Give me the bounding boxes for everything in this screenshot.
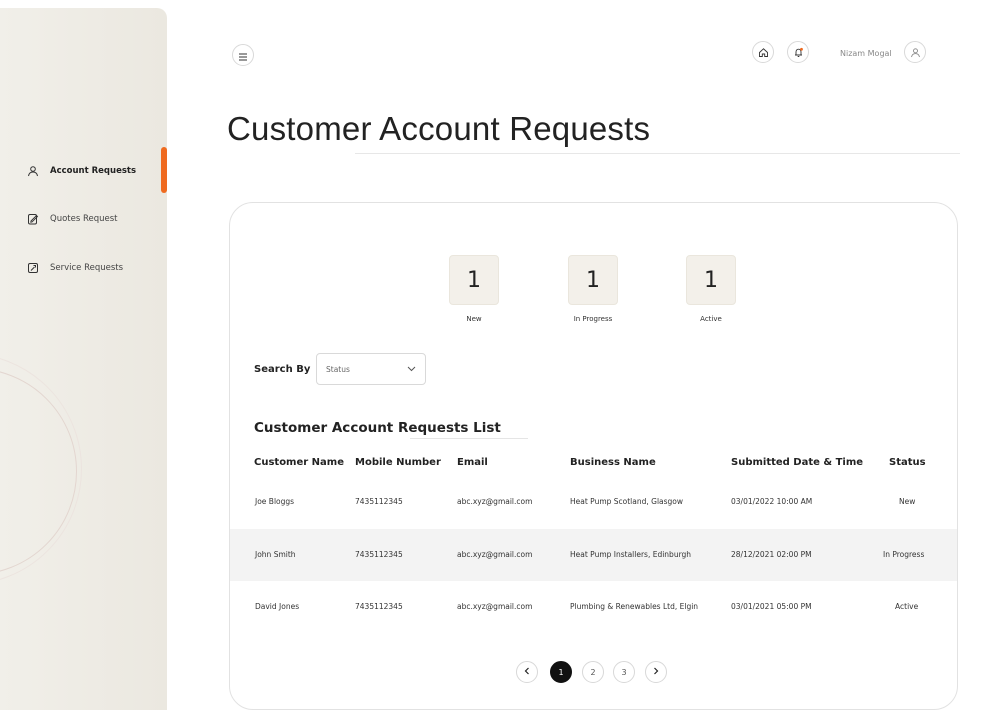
profile-button[interactable] xyxy=(904,41,926,63)
sidebar-item-label: Service Requests xyxy=(50,263,124,273)
user-name[interactable]: Nizam Mogal xyxy=(840,49,892,58)
home-button[interactable] xyxy=(752,41,774,63)
sidebar-item-label: Quotes Request xyxy=(50,214,118,224)
page-button-3[interactable]: 3 xyxy=(613,661,635,683)
column-header-submitted[interactable]: Submitted Date & Time xyxy=(731,457,863,468)
hamburger-icon xyxy=(238,46,248,65)
stat-active-count: 1 xyxy=(686,255,736,305)
cell-mobile: 7435112345 xyxy=(355,602,403,611)
cell-submitted: 03/01/2022 10:00 AM xyxy=(731,497,813,506)
cell-email: abc.xyz@gmail.com xyxy=(457,497,533,506)
menu-button[interactable] xyxy=(232,44,254,66)
cell-status: New xyxy=(899,497,916,506)
prev-page-button[interactable] xyxy=(516,661,538,683)
column-header-email[interactable]: Email xyxy=(457,457,488,468)
status-filter-select[interactable]: Status xyxy=(316,353,426,385)
cell-customer-name: John Smith xyxy=(255,550,296,559)
sidebar-item-account-requests[interactable]: Account Requests xyxy=(26,162,136,180)
cell-status: Active xyxy=(895,602,919,611)
list-title: Customer Account Requests List xyxy=(254,420,501,436)
service-icon xyxy=(26,261,40,275)
cell-submitted: 28/12/2021 02:00 PM xyxy=(731,550,812,559)
sidebar-item-service-requests[interactable]: Service Requests xyxy=(26,259,123,277)
search-by-label: Search By xyxy=(254,364,311,375)
cell-email: abc.xyz@gmail.com xyxy=(457,602,533,611)
cell-customer-name: David Jones xyxy=(255,602,300,611)
stat-new-label: New xyxy=(466,315,482,323)
sidebar-decoration xyxy=(0,368,77,575)
select-value: Status xyxy=(326,364,350,374)
page-title: Customer Account Requests xyxy=(227,110,651,147)
document-edit-icon xyxy=(26,212,40,226)
user-icon xyxy=(910,43,921,62)
divider xyxy=(410,438,528,439)
cell-email: abc.xyz@gmail.com xyxy=(457,550,533,559)
cell-status: In Progress xyxy=(883,550,925,559)
page-button-1[interactable]: 1 xyxy=(550,661,572,683)
stat-active-label: Active xyxy=(700,315,722,323)
column-header-status[interactable]: Status xyxy=(889,457,926,468)
cell-mobile: 7435112345 xyxy=(355,497,403,506)
active-nav-indicator xyxy=(161,147,167,193)
column-header-business-name[interactable]: Business Name xyxy=(570,457,656,468)
next-page-button[interactable] xyxy=(645,661,667,683)
cell-mobile: 7435112345 xyxy=(355,550,403,559)
column-header-mobile-number[interactable]: Mobile Number xyxy=(355,457,441,468)
sidebar xyxy=(0,8,167,710)
page-button-2[interactable]: 2 xyxy=(582,661,604,683)
sidebar-item-quotes-request[interactable]: Quotes Request xyxy=(26,210,118,228)
column-header-customer-name[interactable]: Customer Name xyxy=(254,457,344,468)
stat-in-progress-label: In Progress xyxy=(573,315,613,323)
home-icon xyxy=(758,43,769,62)
cell-business: Plumbing & Renewables Ltd, Elgin xyxy=(570,602,699,611)
cell-customer-name: Joe Bloggs xyxy=(255,497,295,506)
notifications-button[interactable] xyxy=(787,41,809,63)
chevron-left-icon xyxy=(524,667,530,677)
divider xyxy=(355,153,960,154)
stat-in-progress-count: 1 xyxy=(568,255,618,305)
sidebar-item-label: Account Requests xyxy=(50,166,137,176)
bell-icon xyxy=(793,43,804,62)
cell-submitted: 03/01/2021 05:00 PM xyxy=(731,602,812,611)
cell-business: Heat Pump Installers, Edinburgh xyxy=(570,550,692,559)
cell-business: Heat Pump Scotland, Glasgow xyxy=(570,497,684,506)
user-icon xyxy=(26,164,40,178)
chevron-right-icon xyxy=(653,667,659,677)
chevron-down-icon xyxy=(407,365,416,374)
stat-new-count: 1 xyxy=(449,255,499,305)
